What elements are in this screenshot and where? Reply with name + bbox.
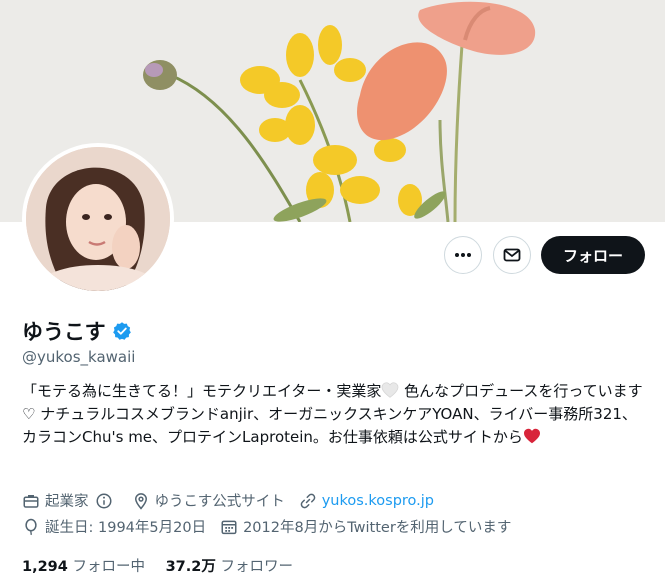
briefcase-icon [23,494,39,508]
follow-stats: 1,294 フォロー中 37.2万 フォロワー [22,555,293,576]
verified-badge-icon[interactable] [112,321,132,341]
profile-website[interactable]: yukos.kospro.jp [299,492,434,510]
follow-button[interactable]: フォロー [541,236,645,274]
profile-category[interactable]: 起業家 [22,490,118,511]
following-link[interactable]: 1,294 フォロー中 [22,559,145,575]
more-icon [455,253,471,257]
following-label: フォロー中 [67,559,145,575]
red-heart-icon [523,428,540,444]
profile-location: ゆうこす公式サイト [132,490,285,511]
location-label: ゆうこす公式サイト [154,494,285,510]
profile-bio: 「モテる為に生きてる！」モテクリエイター・実業家 色んなプロデュースを行っていま… [22,380,644,449]
joined-label: 2012年8月からTwitterを利用しています [243,520,512,536]
followers-label: フォロワー [215,559,293,575]
message-button[interactable] [493,236,531,274]
calendar-icon [221,520,237,534]
white-heart-icon [382,382,399,398]
website-link[interactable]: yukos.kospro.jp [322,493,434,509]
mail-icon [503,248,521,262]
category-label: 起業家 [45,494,89,510]
more-button[interactable] [444,236,482,274]
profile-name: ゆうこす [22,320,106,344]
avatar-photo [26,147,170,291]
following-count: 1,294 [22,559,68,575]
birthday-label: 誕生日: 1994年5月20日 [45,520,207,536]
info-icon[interactable] [95,492,113,510]
profile-handle: @yukos_kawaii [22,348,136,366]
bio-text-1: 「モテる為に生きてる！」モテクリエイター・実業家 [22,382,382,400]
profile-meta-row-2: 誕生日: 1994年5月20日 2012年8月からTwitterを利用しています [22,516,525,537]
link-icon [300,493,316,508]
followers-count: 37.2万 [165,559,216,575]
profile-meta-row-1: 起業家 ゆうこす公式サイト yukos.kospro.jp [22,490,448,511]
location-pin-icon [134,492,147,510]
profile-name-row: ゆうこす [22,316,132,346]
followers-link[interactable]: 37.2万 フォロワー [166,559,293,575]
profile-joined: 2012年8月からTwitterを利用しています [220,516,511,537]
profile-birthday: 誕生日: 1994年5月20日 [22,516,206,537]
balloon-icon [25,518,37,535]
profile-avatar[interactable] [22,143,174,295]
